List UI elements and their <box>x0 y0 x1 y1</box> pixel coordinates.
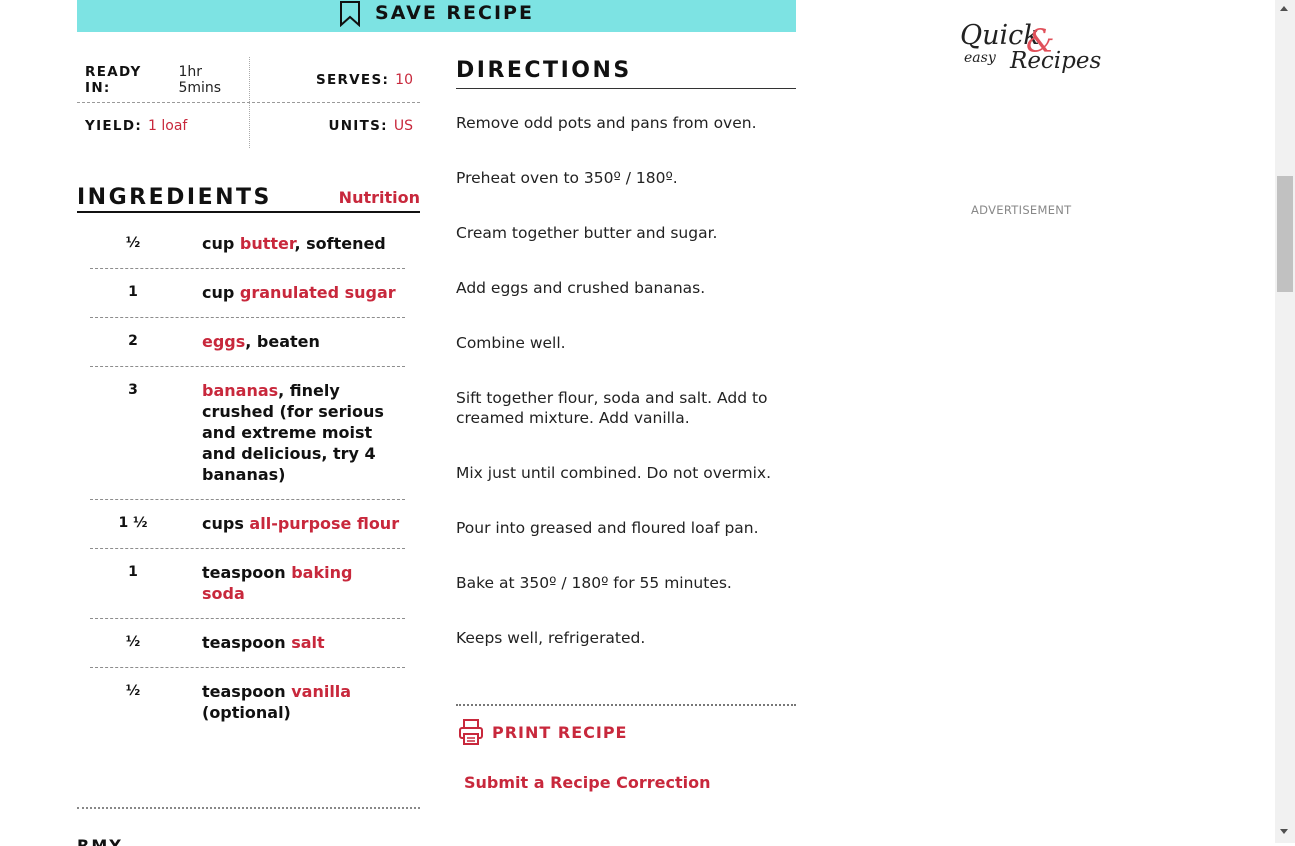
save-recipe-button[interactable]: SAVE RECIPE <box>77 0 796 32</box>
site-logo[interactable]: Quick & easy Recipes <box>956 18 1101 88</box>
advertisement-label: ADVERTISEMENT <box>971 203 1072 217</box>
ingredients-header: INGREDIENTS Nutrition <box>77 183 420 213</box>
nutrition-link[interactable]: Nutrition <box>339 188 420 207</box>
serves-value[interactable]: 10 <box>395 72 413 88</box>
directions-header: DIRECTIONS <box>456 58 796 89</box>
direction-step: Keeps well, refrigerated. <box>456 629 646 647</box>
ingredient-row: 2 eggs, beaten <box>90 318 405 367</box>
ingredient-row: 1 ½ cups all-purpose flour <box>90 500 405 549</box>
scroll-up-icon[interactable] <box>1280 6 1288 11</box>
direction-step: Pour into greased and floured loaf pan. <box>456 519 759 537</box>
print-recipe-button[interactable]: PRINT RECIPE <box>458 718 627 746</box>
print-recipe-label: PRINT RECIPE <box>492 722 628 742</box>
direction-step: Mix just until combined. Do not overmix. <box>456 464 772 482</box>
ingredient-row: 1 teaspoon baking soda <box>90 549 405 619</box>
ingredient-link[interactable]: all-purpose flour <box>249 514 399 533</box>
direction-step: Add eggs and crushed bananas. <box>456 279 706 297</box>
submit-correction-link[interactable]: Submit a Recipe Correction <box>464 773 711 792</box>
save-recipe-label: SAVE RECIPE <box>375 2 534 24</box>
scrollbar-thumb[interactable] <box>1277 176 1293 292</box>
serves[interactable]: SERVES: 10 <box>250 57 421 102</box>
ingredient-row: ½ teaspoon salt <box>90 619 405 668</box>
ingredient-link[interactable]: eggs <box>202 332 245 351</box>
ingredient-link[interactable]: bananas <box>202 381 278 400</box>
directions-list: Remove odd pots and pans from oven. Preh… <box>456 113 801 683</box>
units-value[interactable]: US <box>394 118 413 134</box>
printer-icon <box>459 719 483 745</box>
direction-step: Sift together flour, soda and salt. Add … <box>456 389 768 427</box>
ingredient-link[interactable]: salt <box>291 633 324 652</box>
ingredient-row: 1 cup granulated sugar <box>90 269 405 318</box>
ingredient-link[interactable]: granulated sugar <box>240 283 396 302</box>
ingredient-link[interactable]: butter <box>240 234 295 253</box>
recipe-info-grid: READY IN: 1hr 5mins SERVES: 10 YIELD: 1 … <box>77 57 420 148</box>
ingredient-row: 3 bananas, finely crushed (for serious a… <box>90 367 405 500</box>
ingredient-row: ½ cup butter, softened <box>90 220 405 269</box>
ingredient-link[interactable]: vanilla <box>291 682 351 701</box>
direction-step: Combine well. <box>456 334 566 352</box>
directions-divider <box>456 704 796 706</box>
units[interactable]: UNITS: US <box>250 103 421 148</box>
direction-step: Cream together butter and sugar. <box>456 224 718 242</box>
scroll-down-icon[interactable] <box>1280 829 1288 834</box>
direction-step: Preheat oven to 350º / 180º. <box>456 169 678 187</box>
page-scrollbar[interactable] <box>1275 0 1295 843</box>
ingredients-heading: INGREDIENTS <box>77 184 272 210</box>
ingredient-row: ½ teaspoon vanilla (optional) <box>125 682 352 722</box>
direction-step: Bake at 350º / 180º for 55 minutes. <box>456 574 732 592</box>
bookmark-icon <box>340 1 361 27</box>
directions-heading: DIRECTIONS <box>456 58 632 83</box>
direction-step: Remove odd pots and pans from oven. <box>456 114 757 132</box>
yield: YIELD: 1 loaf <box>77 103 250 148</box>
ingredients-divider <box>77 807 420 809</box>
ready-in: READY IN: 1hr 5mins <box>77 57 250 102</box>
cut-off-heading: RMY ... <box>77 836 155 846</box>
ingredients-list: ½ cup butter, softened 1 cup granulated … <box>90 220 405 737</box>
